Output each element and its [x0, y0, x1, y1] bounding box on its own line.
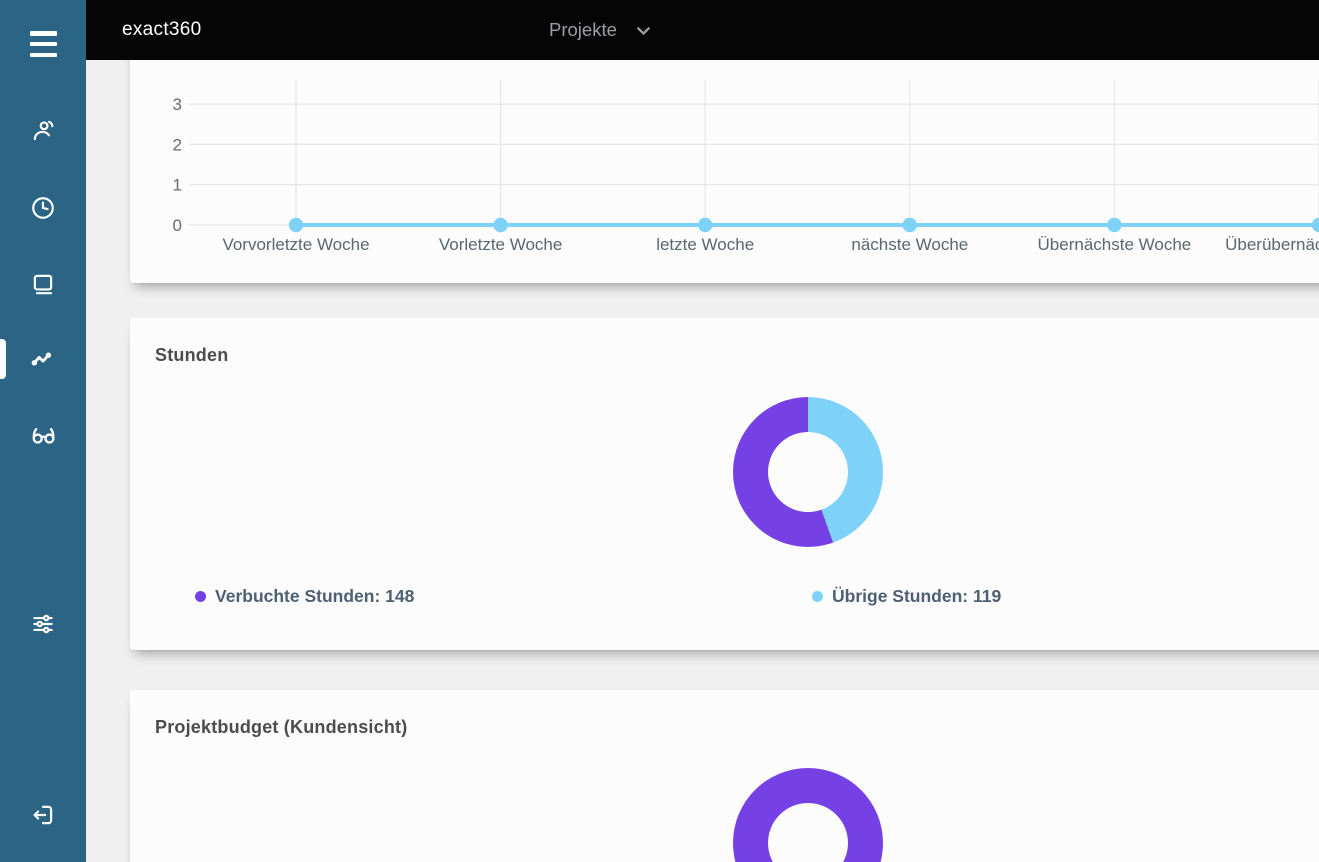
legend-dot — [195, 591, 206, 602]
chevron-down-icon — [633, 20, 654, 41]
logout-icon — [30, 802, 56, 828]
sidebar-item-logout[interactable] — [0, 791, 86, 839]
sidebar-item-users[interactable] — [0, 107, 86, 155]
top-header: exact360 Projekte — [86, 0, 1319, 60]
project-selector-dropdown[interactable]: Projekte — [549, 0, 654, 60]
sidebar — [0, 0, 86, 862]
legend-dot — [812, 591, 823, 602]
main-content: 0 1 2 3 Vorvorletzte Woche Vorletzte Woche let… — [86, 60, 1319, 862]
svg-text:3: 3 — [173, 95, 182, 114]
budget-card-title: Projektbudget (Kundensicht) — [130, 690, 1319, 738]
book-icon — [30, 271, 56, 297]
sidebar-item-projects[interactable] — [0, 260, 86, 308]
sidebar-item-review[interactable] — [0, 411, 86, 459]
legend-label: Verbuchte Stunden: 148 — [215, 586, 414, 607]
svg-text:0: 0 — [173, 216, 182, 235]
hours-card: Stunden Verbuchte Stunden: 148 Übrige St… — [130, 318, 1319, 650]
budget-card: Projektbudget (Kundensicht) — [130, 690, 1319, 862]
svg-text:1: 1 — [173, 176, 182, 195]
app-brand: exact360 — [122, 0, 202, 60]
sliders-icon — [30, 611, 56, 637]
svg-text:2: 2 — [173, 135, 182, 154]
budget-donut-chart — [733, 768, 883, 862]
sidebar-item-settings[interactable] — [0, 600, 86, 648]
legend-label: Übrige Stunden: 119 — [832, 586, 1001, 607]
glasses-icon — [29, 421, 57, 449]
svg-text:nächste Woche: nächste Woche — [851, 235, 968, 254]
weeks-line-chart: 0 1 2 3 Vorvorletzte Woche Vorletzte Woche let… — [130, 60, 1319, 283]
weeks-chart-card: 0 1 2 3 Vorvorletzte Woche Vorletzte Woche let… — [130, 60, 1319, 283]
clock-icon — [30, 195, 56, 221]
donut-hole — [768, 803, 848, 862]
svg-text:letzte Woche: letzte Woche — [656, 235, 754, 254]
activity-icon — [30, 346, 56, 372]
hours-donut-chart — [733, 397, 883, 547]
svg-text:Übernächste Woche: Übernächste Woche — [1038, 235, 1192, 254]
svg-text:Überübernächste Woche: Überübernächste Woche — [1225, 235, 1319, 254]
donut-hole — [768, 432, 848, 512]
svg-text:Vorvorletzte Woche: Vorvorletzte Woche — [222, 235, 369, 254]
svg-text:Vorletzte Woche: Vorletzte Woche — [439, 235, 562, 254]
legend-item-booked-hours: Verbuchte Stunden: 148 — [195, 586, 414, 607]
sidebar-item-activity[interactable] — [0, 335, 86, 383]
hours-card-title: Stunden — [130, 318, 1319, 366]
project-selector-label: Projekte — [549, 19, 617, 41]
sidebar-item-time[interactable] — [0, 184, 86, 232]
menu-icon[interactable] — [30, 31, 57, 57]
legend-item-remaining-hours: Übrige Stunden: 119 — [812, 586, 1001, 607]
active-indicator — [0, 339, 6, 379]
users-icon — [30, 118, 56, 144]
